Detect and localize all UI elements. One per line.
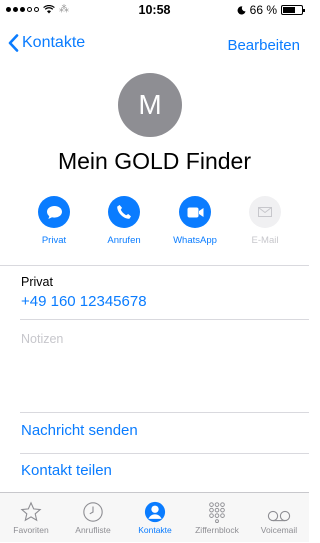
contact-name: Mein GOLD Finder	[57, 148, 251, 174]
battery-icon	[281, 5, 305, 15]
message-action-label: Privat	[41, 235, 67, 246]
voicemail-icon	[267, 510, 291, 522]
link-divider	[20, 453, 309, 454]
tab-contacts-label: Kontakte	[138, 525, 172, 535]
tab-voicemail[interactable]: Voicemail	[248, 493, 310, 543]
mail-action-label: E-Mail	[251, 235, 279, 246]
person-icon	[144, 501, 166, 523]
back-button[interactable]: Kontakte	[8, 34, 85, 52]
back-label: Kontakte	[22, 34, 86, 51]
share-contact-button[interactable]: Kontakt teilen	[21, 462, 112, 479]
avatar-initial: M	[138, 89, 162, 120]
mail-icon	[249, 196, 281, 228]
phone-field-label: Privat	[21, 275, 53, 289]
battery-fill	[283, 7, 295, 13]
call-action-button[interactable]: Anrufen	[96, 196, 152, 246]
call-action-label: Anrufen	[107, 235, 141, 246]
status-bar: ⁂ 10:58 66 %	[0, 0, 309, 20]
video-icon	[179, 196, 211, 228]
chevron-left-icon	[8, 34, 19, 52]
action-buttons: Privat Anrufen WhatsApp E-Mail	[23, 196, 293, 256]
tab-voicemail-label: Voicemail	[260, 525, 298, 535]
clock-icon	[83, 502, 103, 522]
battery-percent: 66 %	[249, 3, 277, 17]
battery-area: 66 %	[237, 3, 305, 17]
navigation-bar: Kontakte Bearbeiten	[0, 30, 309, 60]
moon-icon	[237, 5, 246, 14]
notes-divider	[20, 412, 309, 413]
keypad-icon	[209, 502, 225, 523]
message-icon	[38, 196, 70, 228]
tab-favorites-label: Favoriten	[13, 525, 49, 535]
section-divider	[0, 265, 309, 266]
notes-field[interactable]: Notizen	[21, 332, 63, 346]
mail-action-button: E-Mail	[237, 196, 293, 246]
tab-keypad[interactable]: Ziffernblock	[186, 493, 248, 543]
avatar: M	[118, 73, 182, 137]
star-icon	[20, 501, 42, 522]
tab-recents-label: Anrufliste	[75, 525, 111, 535]
edit-button[interactable]: Bearbeiten	[227, 37, 300, 54]
field-divider	[20, 319, 309, 320]
tab-favorites[interactable]: Favoriten	[0, 493, 62, 543]
video-action-label: WhatsApp	[173, 235, 217, 246]
tab-keypad-label: Ziffernblock	[195, 525, 239, 535]
phone-number-link[interactable]: +49 160 12345678	[21, 293, 147, 310]
message-action-button[interactable]: Privat	[26, 196, 82, 246]
video-action-button[interactable]: WhatsApp	[167, 196, 223, 246]
phone-icon	[108, 196, 140, 228]
tab-contacts[interactable]: Kontakte	[124, 493, 186, 543]
tab-bar: Favoriten Anrufliste Kontakte Ziffernblo…	[0, 492, 309, 542]
tab-recents[interactable]: Anrufliste	[62, 493, 124, 543]
send-message-button[interactable]: Nachricht senden	[21, 422, 138, 439]
